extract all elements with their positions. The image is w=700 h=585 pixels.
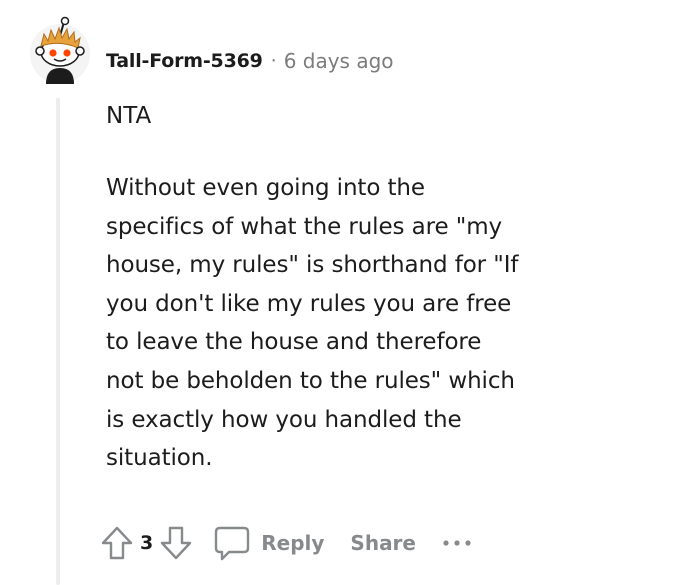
comment-line: house, my rules" is shorthand for "If	[106, 252, 519, 279]
comment-line: situation.	[106, 445, 213, 472]
comment-paragraph-1: NTA	[106, 103, 152, 129]
comment-line: Without even going into the	[106, 175, 425, 201]
vote-count: 3	[140, 532, 154, 554]
comment-actions: 3 Reply Share	[100, 521, 472, 565]
timestamp[interactable]: 6 days ago	[284, 49, 394, 73]
reply-label: Reply	[261, 531, 325, 555]
downvote-button[interactable]	[159, 525, 193, 561]
comment-line: you don't like my rules you are free	[106, 290, 512, 317]
comment-line: to leave the house and therefore	[106, 329, 482, 356]
share-button[interactable]: Share	[350, 531, 416, 555]
arrow-down-icon	[161, 526, 192, 560]
comment-bubble-icon	[215, 526, 250, 561]
comment-line: specifics of what the rules are "my	[106, 213, 503, 240]
more-horizontal-icon	[443, 540, 471, 546]
reply-button[interactable]: Reply	[213, 524, 324, 562]
comment-header: Tall-Form-5369 · 6 days ago	[106, 46, 394, 76]
comment-line: is exactly how you handled the	[106, 406, 462, 433]
username[interactable]: Tall-Form-5369	[106, 50, 263, 72]
thread-line[interactable]	[56, 98, 60, 585]
upvote-button[interactable]	[100, 525, 134, 561]
separator-dot: ·	[270, 50, 277, 72]
avatar[interactable]	[30, 14, 90, 88]
more-options-button[interactable]	[442, 538, 472, 548]
arrow-up-icon	[101, 526, 133, 560]
comment-paragraph-2: Without even going into the specifics of…	[106, 169, 586, 478]
snoo-avatar-icon	[30, 16, 90, 84]
comment-line: not be beholden to the rules" which	[106, 367, 515, 394]
